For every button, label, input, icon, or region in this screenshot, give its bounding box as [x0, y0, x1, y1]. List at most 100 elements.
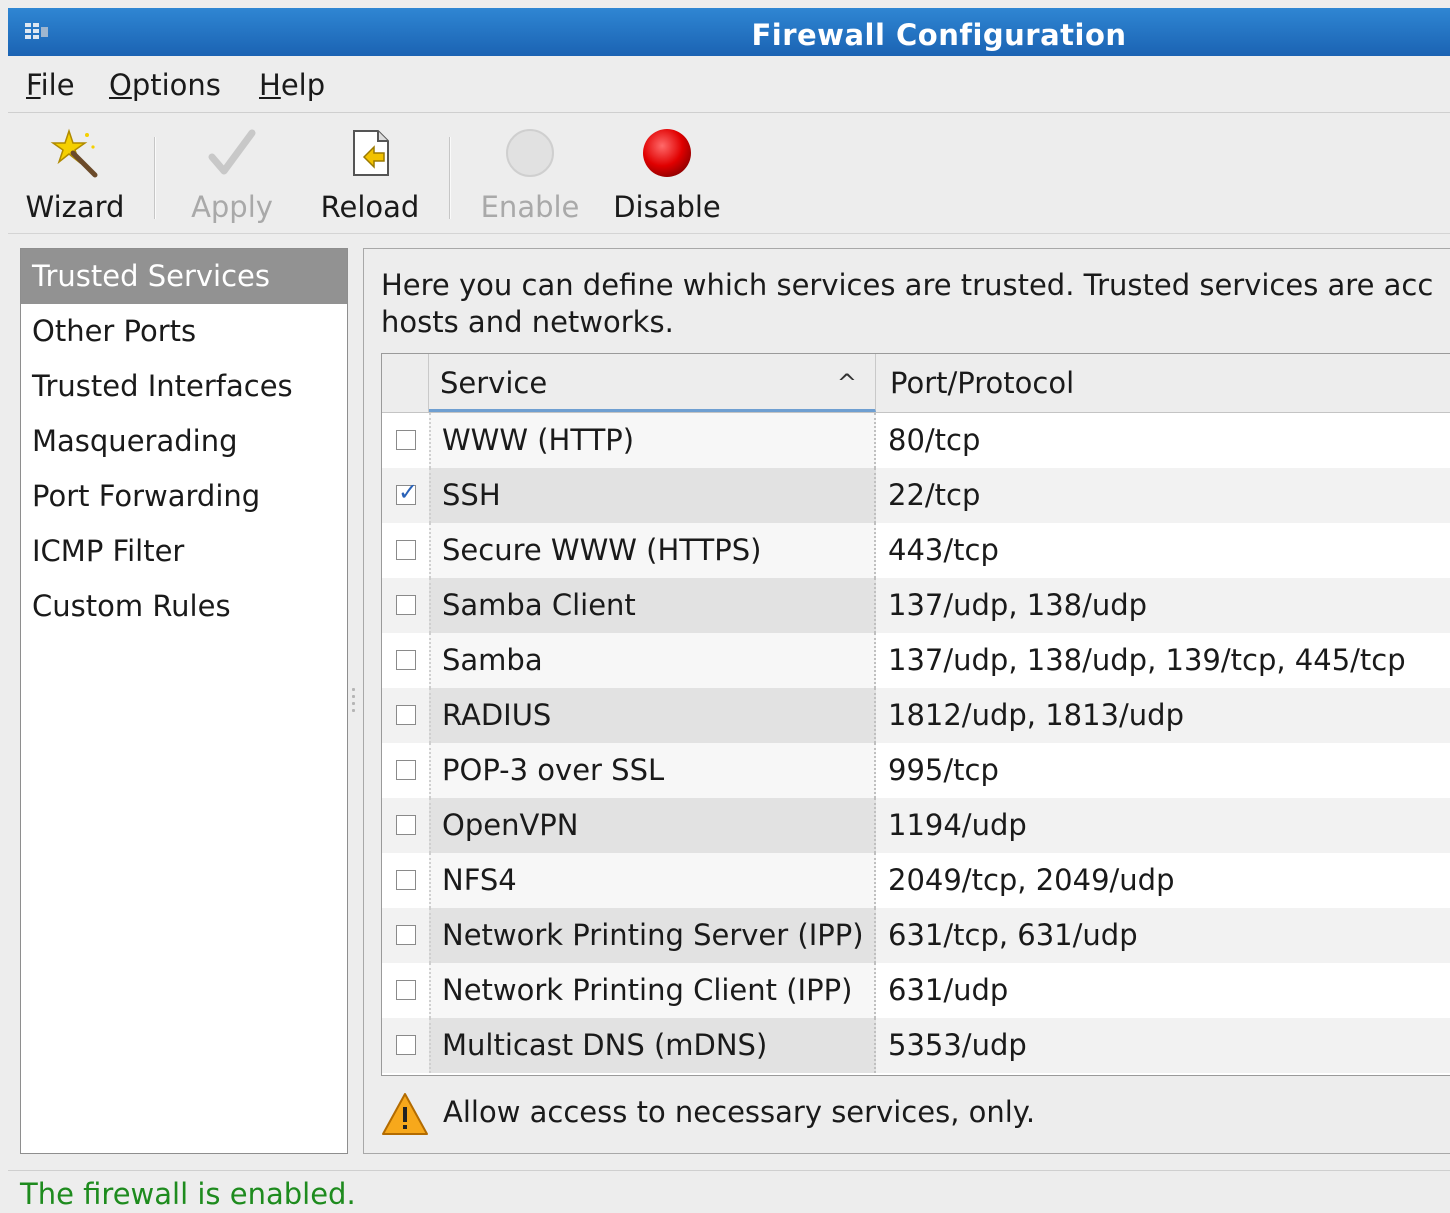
wizard-wand-icon [50, 128, 98, 178]
menu-help-rest: elp [280, 68, 326, 102]
warning-icon [382, 1093, 428, 1135]
menu-help[interactable]: Help [259, 68, 325, 102]
service-name-cell: Multicast DNS (mDNS) [429, 1018, 876, 1073]
service-checkbox[interactable] [396, 760, 416, 780]
port-protocol-cell: 443/tcp [888, 533, 999, 567]
nav-item-trusted-services[interactable]: Trusted Services [21, 249, 347, 304]
port-protocol-cell: 1812/udp, 1813/udp [888, 698, 1184, 732]
table-row[interactable]: Multicast DNS (mDNS) 5353/udp [382, 1018, 1450, 1073]
service-name-cell: Samba Client [429, 578, 876, 633]
wizard-label: Wizard [25, 190, 125, 224]
table-row[interactable]: Samba Client 137/udp, 138/udp [382, 578, 1450, 633]
title-bar: Firewall Configuration [8, 8, 1450, 56]
service-checkbox[interactable] [396, 815, 416, 835]
port-protocol-cell: 80/tcp [888, 423, 981, 457]
disable-button[interactable]: Disable [612, 127, 722, 224]
menu-options[interactable]: Options [109, 68, 221, 102]
table-body: WWW (HTTP) 80/tcp ✓ SSH 22/tcp Secure WWW (HT… [382, 413, 1450, 1073]
nav-item-port-forwarding[interactable]: Port Forwarding [21, 469, 347, 524]
apply-label: Apply [191, 190, 273, 224]
row-checkbox-cell [382, 798, 428, 853]
nav-item-icmp-filter[interactable]: ICMP Filter [21, 524, 347, 579]
service-column-label: Service [440, 366, 548, 400]
service-checkbox[interactable] [396, 1035, 416, 1055]
table-row[interactable]: Network Printing Client (IPP) 631/udp [382, 963, 1450, 1018]
service-name-cell: POP-3 over SSL [429, 743, 876, 798]
row-checkbox-cell [382, 908, 428, 963]
table-row[interactable]: POP-3 over SSL 995/tcp [382, 743, 1450, 798]
service-checkbox[interactable] [396, 870, 416, 890]
service-checkbox[interactable] [396, 925, 416, 945]
nav-item-other-ports[interactable]: Other Ports [21, 304, 347, 359]
service-name-cell: Samba [429, 633, 876, 688]
port-protocol-cell: 995/tcp [888, 753, 999, 787]
reload-button[interactable]: Reload [315, 127, 425, 224]
services-table: Service ^ Port/Protocol WWW (HTTP) 80/tcp… [381, 353, 1450, 1076]
service-name-cell: WWW (HTTP) [429, 413, 876, 468]
pane-splitter-handle[interactable] [352, 684, 356, 720]
port-protocol-cell: 22/tcp [888, 478, 981, 512]
port-protocol-cell: 631/udp [888, 973, 1009, 1007]
service-checkbox[interactable] [396, 430, 416, 450]
apply-button[interactable]: Apply [187, 127, 277, 224]
menu-file[interactable]: File [26, 68, 75, 102]
service-name-cell: RADIUS [429, 688, 876, 743]
service-name-cell: Network Printing Client (IPP) [429, 963, 876, 1018]
port-protocol-cell: 137/udp, 138/udp, 139/tcp, 445/tcp [888, 643, 1406, 677]
table-row[interactable]: ✓ SSH 22/tcp [382, 468, 1450, 523]
toolbar-separator [154, 137, 156, 219]
toolbar-separator [449, 137, 451, 219]
table-row[interactable]: Samba 137/udp, 138/udp, 139/tcp, 445/tcp [382, 633, 1450, 688]
row-checkbox-cell [382, 413, 428, 468]
status-text: The firewall is enabled. [20, 1177, 356, 1211]
service-name-cell: Network Printing Server (IPP) [429, 908, 876, 963]
warning-text: Allow access to necessary services, only… [443, 1095, 1036, 1129]
checkbox-column-header[interactable] [382, 354, 429, 412]
nav-item-trusted-interfaces[interactable]: Trusted Interfaces [21, 359, 347, 414]
table-header: Service ^ Port/Protocol [382, 354, 1450, 413]
table-row[interactable]: WWW (HTTP) 80/tcp [382, 413, 1450, 468]
table-row[interactable]: Network Printing Server (IPP) 631/tcp, 63… [382, 908, 1450, 963]
red-circle-icon [643, 129, 691, 177]
service-checkbox[interactable] [396, 595, 416, 615]
port-column-header[interactable]: Port/Protocol [877, 354, 1074, 412]
category-list: Trusted Services Other Ports Trusted Int… [20, 248, 348, 1154]
row-checkbox-cell: ✓ [382, 468, 428, 523]
description-line-1: Here you can define which services are t… [381, 268, 1434, 302]
nav-item-masquerading[interactable]: Masquerading [21, 414, 347, 469]
table-row[interactable]: NFS4 2049/tcp, 2049/udp [382, 853, 1450, 908]
window-title: Firewall Configuration [751, 18, 1127, 52]
table-row[interactable]: RADIUS 1812/udp, 1813/udp [382, 688, 1450, 743]
enable-button[interactable]: Enable [480, 127, 580, 224]
panel-description: Here you can define which services are t… [381, 267, 1450, 341]
service-name-cell: OpenVPN [429, 798, 876, 853]
row-checkbox-cell [382, 853, 428, 908]
wizard-button[interactable]: Wizard [25, 127, 125, 224]
sort-ascending-icon: ^ [836, 369, 857, 397]
row-checkbox-cell [382, 963, 428, 1018]
row-checkbox-cell [382, 633, 428, 688]
port-protocol-cell: 2049/tcp, 2049/udp [888, 863, 1175, 897]
port-protocol-cell: 631/tcp, 631/udp [888, 918, 1138, 952]
checkmark-icon [208, 129, 256, 175]
port-protocol-cell: 137/udp, 138/udp [888, 588, 1148, 622]
service-checkbox[interactable] [396, 540, 416, 560]
menu-file-mnemonic: F [26, 68, 41, 102]
enable-label: Enable [480, 190, 580, 224]
service-checkbox[interactable] [396, 705, 416, 725]
service-checkbox[interactable] [396, 650, 416, 670]
grey-circle-icon [506, 129, 554, 177]
table-row[interactable]: Secure WWW (HTTPS) 443/tcp [382, 523, 1450, 578]
service-column-header[interactable]: Service ^ [429, 354, 876, 412]
service-name-cell: Secure WWW (HTTPS) [429, 523, 876, 578]
table-row[interactable]: OpenVPN 1194/udp [382, 798, 1450, 853]
nav-item-custom-rules[interactable]: Custom Rules [21, 579, 347, 634]
port-protocol-cell: 5353/udp [888, 1028, 1027, 1062]
service-checkbox[interactable]: ✓ [396, 480, 418, 505]
service-name-cell: SSH [429, 468, 876, 523]
row-checkbox-cell [382, 688, 428, 743]
row-checkbox-cell [382, 743, 428, 798]
service-checkbox[interactable] [396, 980, 416, 1000]
reload-icon [353, 130, 389, 176]
port-protocol-cell: 1194/udp [888, 808, 1027, 842]
